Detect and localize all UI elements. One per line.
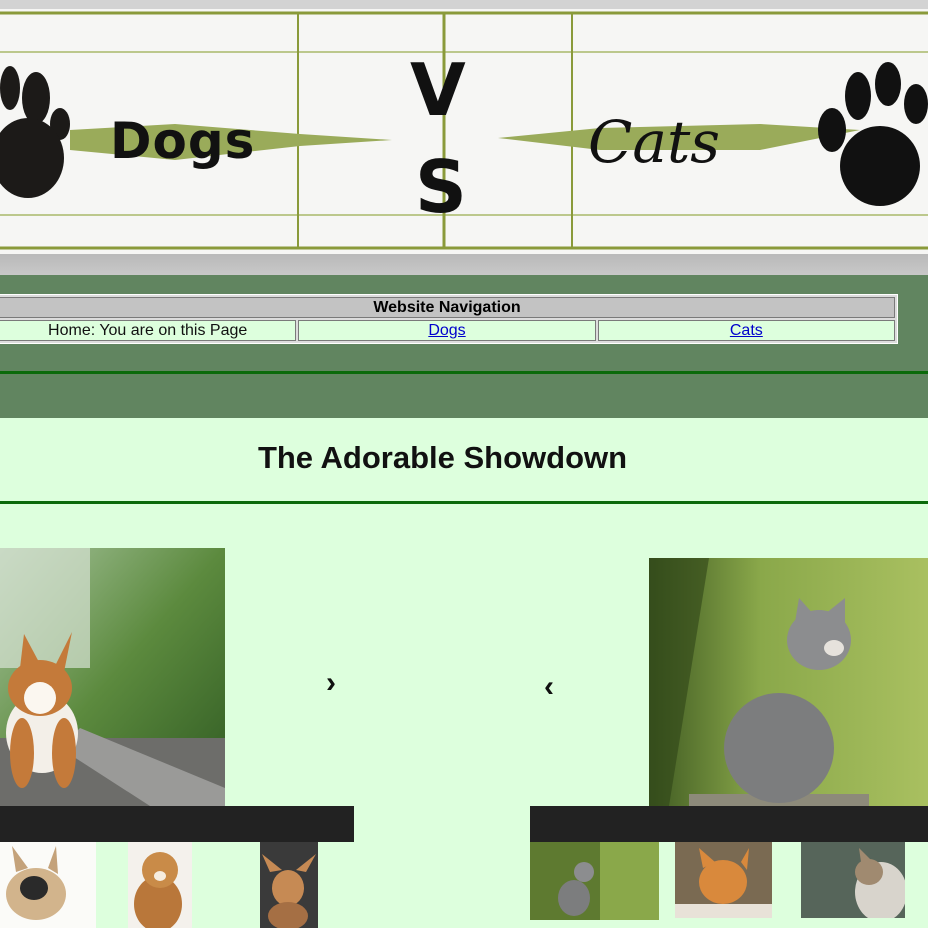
- dog-thumbnail-1[interactable]: [0, 842, 96, 928]
- cat-main-image: [649, 558, 928, 806]
- dog-caption-bar: [0, 806, 354, 842]
- nav-cats-link[interactable]: Cats: [730, 322, 763, 339]
- nav-divider: [0, 371, 928, 374]
- nav-dogs-cell: Dogs: [298, 320, 596, 341]
- page-title: The Adorable Showdown: [257, 440, 628, 475]
- cat-thumbnail-3[interactable]: [801, 842, 905, 918]
- banner-dogs-word: Dogs: [110, 112, 256, 170]
- banner-cats-word: Cats: [588, 108, 721, 176]
- cat-thumbnail-1[interactable]: [530, 842, 659, 920]
- banner-v-letter: V: [410, 48, 466, 132]
- cat-caption-bar: [530, 806, 928, 842]
- dog-thumbnail-3[interactable]: [260, 842, 318, 928]
- dog-next-arrow[interactable]: ›: [326, 668, 336, 698]
- nav-heading: Website Navigation: [0, 297, 895, 318]
- dog-thumbnail-2[interactable]: [128, 842, 192, 928]
- banner-bottom-strip: [0, 254, 928, 275]
- dog-paw-icon: [0, 66, 70, 198]
- banner-s-letter: S: [415, 145, 467, 229]
- website-navigation-table: Website Navigation Home: You are on this…: [0, 294, 898, 344]
- site-banner: Dogs V S Cats: [0, 0, 928, 275]
- dog-main-image: [0, 548, 225, 806]
- nav-dogs-link[interactable]: Dogs: [428, 322, 465, 339]
- title-divider: [0, 501, 928, 504]
- nav-cats-cell: Cats: [597, 320, 895, 341]
- cat-thumbnail-2[interactable]: [675, 842, 772, 918]
- cat-prev-arrow[interactable]: ‹: [544, 672, 554, 702]
- nav-home-cell: Home: You are on this Page: [0, 320, 297, 341]
- cat-paw-icon: [818, 62, 928, 206]
